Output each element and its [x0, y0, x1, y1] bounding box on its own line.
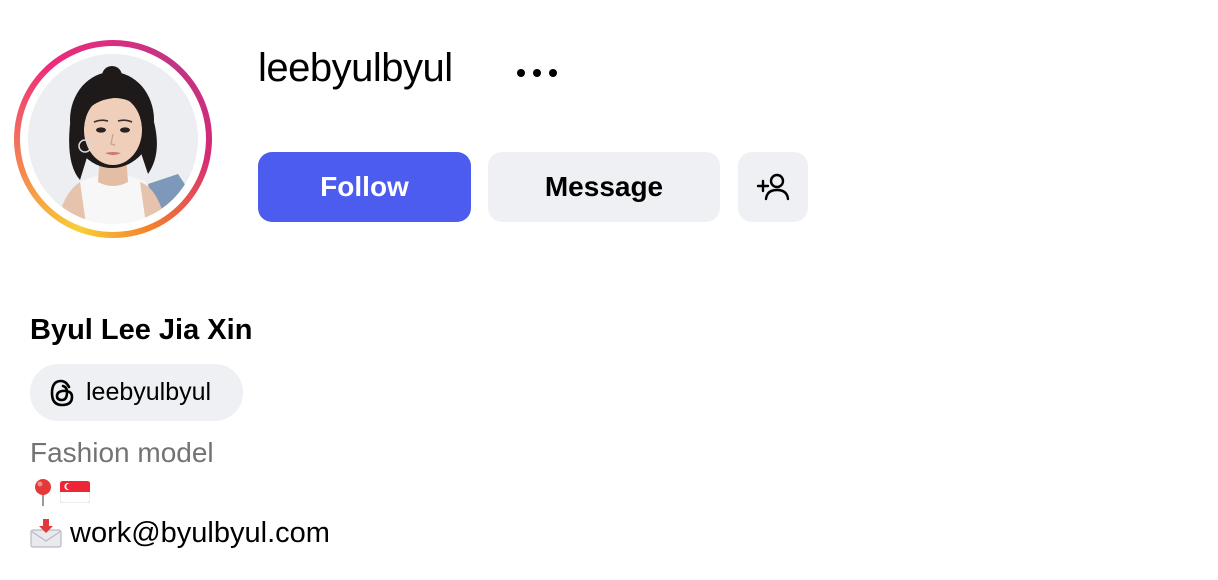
avatar-photo [28, 54, 198, 224]
threads-link[interactable]: leebyulbyul [30, 364, 243, 421]
bio-location-line [30, 476, 90, 508]
message-button[interactable]: Message [488, 152, 720, 222]
suggested-accounts-button[interactable] [738, 152, 808, 222]
bio-email-line: work@byulbyul.com [30, 514, 330, 552]
add-person-icon [756, 173, 790, 201]
profile-category: Fashion model [30, 437, 214, 468]
avatar-gap [20, 46, 206, 232]
threads-icon [46, 377, 78, 409]
story-ring[interactable] [14, 40, 212, 238]
follow-button-label: Follow [320, 171, 409, 202]
more-horizontal-icon [517, 69, 557, 77]
envelope-with-arrow-icon [30, 519, 62, 548]
threads-handle: leebyulbyul [86, 378, 212, 406]
singapore-flag-icon [60, 481, 90, 503]
avatar[interactable] [28, 54, 198, 224]
round-pushpin-icon [35, 479, 51, 506]
message-button-label: Message [544, 171, 664, 202]
follow-button[interactable]: Follow [258, 152, 471, 222]
bio-email[interactable]: work@byulbyul.com [70, 517, 330, 550]
profile-username: leebyulbyul [258, 46, 453, 90]
profile-full-name: Byul Lee Jia Xin [30, 314, 253, 346]
more-options-button[interactable] [506, 56, 568, 90]
profile-page: leebyulbyul Follow Message Byul Lee Jia … [0, 0, 1218, 580]
